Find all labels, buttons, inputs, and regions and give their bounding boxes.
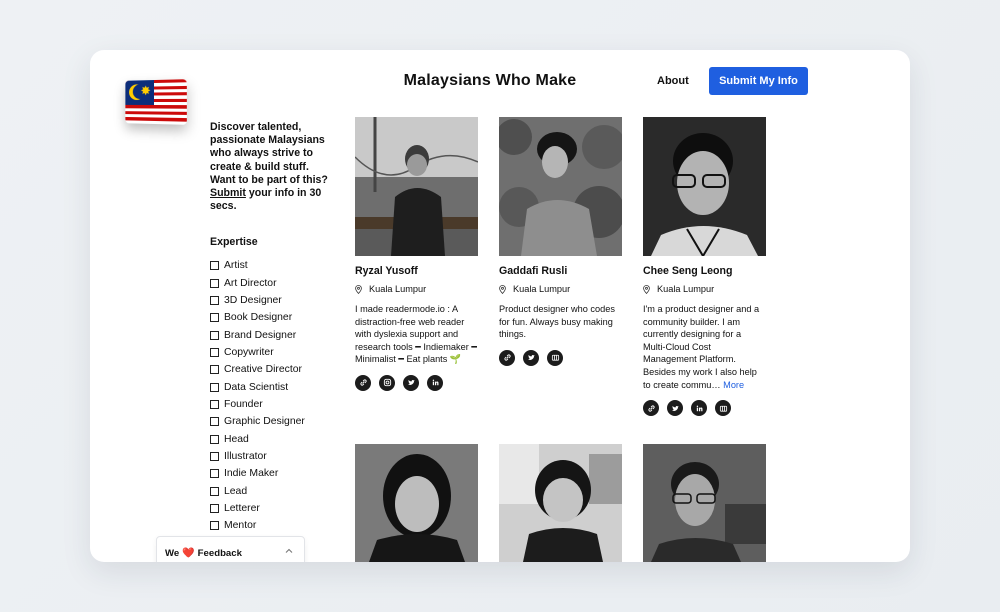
expertise-option[interactable]: Art Director	[210, 274, 305, 291]
checkbox[interactable]	[210, 278, 219, 288]
profile-name[interactable]: Gaddafi Rusli	[499, 265, 622, 278]
intro-text: Discover talented, passionate Malaysians…	[210, 121, 328, 213]
social-links	[355, 374, 478, 391]
profile-bio: I'm a product designer and a community b…	[643, 304, 760, 390]
location-pin-icon	[643, 284, 650, 294]
expertise-option[interactable]: Lead	[210, 482, 305, 499]
expertise-option[interactable]: Mentor	[210, 517, 305, 534]
chevron-up-icon[interactable]	[284, 546, 294, 559]
heart-icon: ❤️	[182, 547, 195, 559]
checkbox[interactable]	[210, 434, 219, 444]
submit-link[interactable]: Submit	[210, 187, 246, 199]
linkedin-icon[interactable]	[427, 374, 443, 391]
profile-card[interactable]: Chee Seng Leong Kuala Lumpur I'm a produ…	[643, 117, 766, 417]
profile-bio: Product designer who codes for fun. Alwa…	[499, 304, 615, 340]
expertise-option[interactable]: Indie Maker	[210, 465, 305, 482]
location-pin-icon	[355, 284, 362, 294]
expertise-option[interactable]: Book Designer	[210, 309, 305, 326]
checkbox[interactable]	[210, 451, 219, 461]
expertise-option[interactable]: 3D Designer	[210, 292, 305, 309]
instagram-icon[interactable]	[379, 374, 395, 391]
expertise-option[interactable]: Creative Director	[210, 361, 305, 378]
checkbox[interactable]	[210, 486, 219, 496]
checkbox[interactable]	[210, 295, 219, 305]
about-link[interactable]: About	[657, 75, 689, 87]
expertise-option[interactable]: Illustrator	[210, 448, 305, 465]
expertise-option[interactable]: Founder	[210, 396, 305, 413]
twitter-icon[interactable]	[667, 400, 683, 417]
checkbox[interactable]	[210, 469, 219, 479]
link-icon[interactable]	[355, 374, 371, 391]
profile-photo[interactable]	[355, 117, 478, 256]
expertise-option[interactable]: Graphic Designer	[210, 413, 305, 430]
expertise-option[interactable]: Brand Designer	[210, 326, 305, 343]
checkbox[interactable]	[210, 417, 219, 427]
link-icon[interactable]	[643, 400, 659, 417]
checkbox[interactable]	[210, 399, 219, 409]
twitter-icon[interactable]	[403, 374, 419, 391]
profile-location: Kuala Lumpur	[499, 283, 622, 295]
profile-card[interactable]: Gaddafi Rusli Kuala Lumpur Product desig…	[499, 117, 622, 366]
profile-card[interactable]: Ryzal Yusoff Kuala Lumpur I made readerm…	[355, 117, 478, 391]
profile-photo[interactable]	[355, 444, 478, 562]
profile-location: Kuala Lumpur	[355, 283, 478, 295]
profile-photo[interactable]	[643, 117, 766, 256]
profile-photo[interactable]	[643, 444, 766, 562]
checkbox[interactable]	[210, 347, 219, 357]
site-title[interactable]: Malaysians Who Make	[360, 72, 620, 90]
profile-name[interactable]: Chee Seng Leong	[643, 265, 766, 278]
feedback-widget[interactable]: We ❤️ Feedback	[156, 536, 305, 562]
profile-bio: I made readermode.io : A distraction-fre…	[355, 304, 477, 365]
expertise-option[interactable]: Letterer	[210, 500, 305, 517]
expertise-option[interactable]: Copywriter	[210, 344, 305, 361]
twitter-icon[interactable]	[523, 349, 539, 366]
expertise-option[interactable]: Artist	[210, 257, 305, 274]
checkbox[interactable]	[210, 365, 219, 375]
profile-name[interactable]: Ryzal Yusoff	[355, 265, 478, 278]
link-icon[interactable]	[499, 349, 515, 366]
portfolio-icon[interactable]	[547, 349, 563, 366]
social-links	[643, 400, 766, 417]
checkbox[interactable]	[210, 313, 219, 323]
expertise-option[interactable]: Data Scientist	[210, 378, 305, 395]
checkbox[interactable]	[210, 503, 219, 513]
portfolio-icon[interactable]	[715, 400, 731, 417]
checkbox[interactable]	[210, 521, 219, 531]
checkbox[interactable]	[210, 330, 219, 340]
expertise-option[interactable]: Head	[210, 430, 305, 447]
checkbox[interactable]	[210, 261, 219, 271]
more-link[interactable]: More	[723, 380, 744, 390]
expertise-filter-list: Artist Art Director 3D Designer Book Des…	[210, 257, 305, 535]
app-window: ✸ Malaysians Who Make About Submit My In…	[90, 50, 910, 562]
expertise-heading: Expertise	[210, 236, 258, 248]
profile-photo[interactable]	[499, 117, 622, 256]
checkbox[interactable]	[210, 382, 219, 392]
linkedin-icon[interactable]	[691, 400, 707, 417]
malaysia-flag-logo[interactable]: ✸	[125, 79, 187, 125]
submit-my-info-button[interactable]: Submit My Info	[709, 67, 808, 95]
social-links	[499, 349, 622, 366]
location-pin-icon	[499, 284, 506, 294]
profile-location: Kuala Lumpur	[643, 283, 766, 295]
profile-photo[interactable]	[499, 444, 622, 562]
